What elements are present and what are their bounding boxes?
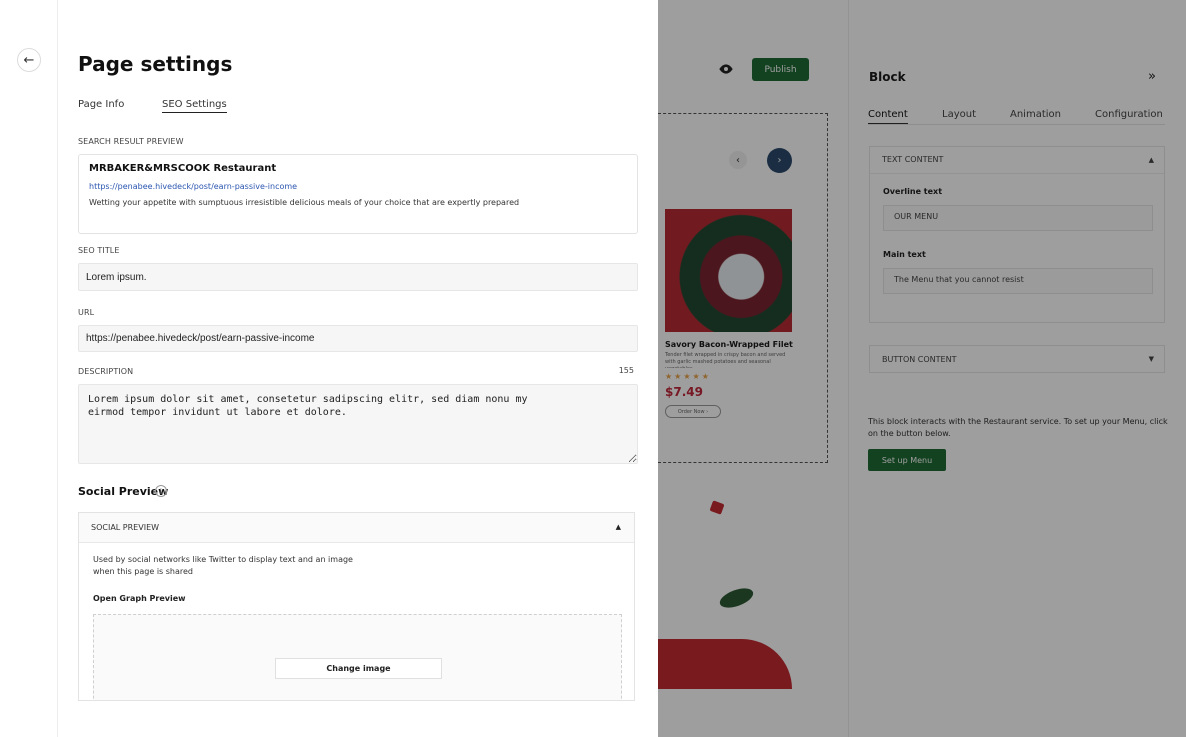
seo-title-label: SEO TITLE xyxy=(78,246,120,255)
serp-title: MRBAKER&MRSCOOK Restaurant xyxy=(89,163,277,174)
search-result-preview: MRBAKER&MRSCOOK Restaurant https://penab… xyxy=(78,154,638,234)
seo-title-input[interactable] xyxy=(78,263,638,291)
social-preview-label: SOCIAL PREVIEW xyxy=(91,523,160,532)
tab-seo-settings[interactable]: SEO Settings xyxy=(162,99,227,113)
social-preview-description: Used by social networks like Twitter to … xyxy=(93,555,353,576)
back-button[interactable]: ← xyxy=(17,48,41,72)
url-label: URL xyxy=(78,308,95,317)
description-char-count: 155 xyxy=(618,366,634,375)
url-input[interactable] xyxy=(78,325,638,352)
info-icon[interactable]: i xyxy=(155,485,167,497)
change-image-button[interactable]: Change image xyxy=(275,658,442,679)
social-preview-header[interactable]: SOCIAL PREVIEW ▲ xyxy=(79,513,634,543)
serp-description: Wetting your appetite with sumptuous irr… xyxy=(89,198,520,207)
drawer-rail xyxy=(0,0,58,737)
description-textarea[interactable]: Lorem ipsum dolor sit amet, consetetur s… xyxy=(78,384,638,464)
page-title: Page settings xyxy=(78,52,233,76)
open-graph-label: Open Graph Preview xyxy=(93,594,186,603)
tab-page-info[interactable]: Page Info xyxy=(78,99,124,112)
open-graph-image-dropzone[interactable]: Change image xyxy=(93,614,622,700)
serp-url: https://penabee.hivedeck/post/earn-passi… xyxy=(89,182,298,191)
description-label: DESCRIPTION xyxy=(78,367,134,376)
social-preview-accordion: SOCIAL PREVIEW ▲ Used by social networks… xyxy=(78,512,635,701)
chevron-up-icon: ▲ xyxy=(615,523,621,531)
page-settings-drawer: ← Page settings Page Info SEO Settings S… xyxy=(0,0,658,737)
back-arrow-icon: ← xyxy=(23,52,35,68)
search-preview-label: SEARCH RESULT PREVIEW xyxy=(78,137,184,146)
